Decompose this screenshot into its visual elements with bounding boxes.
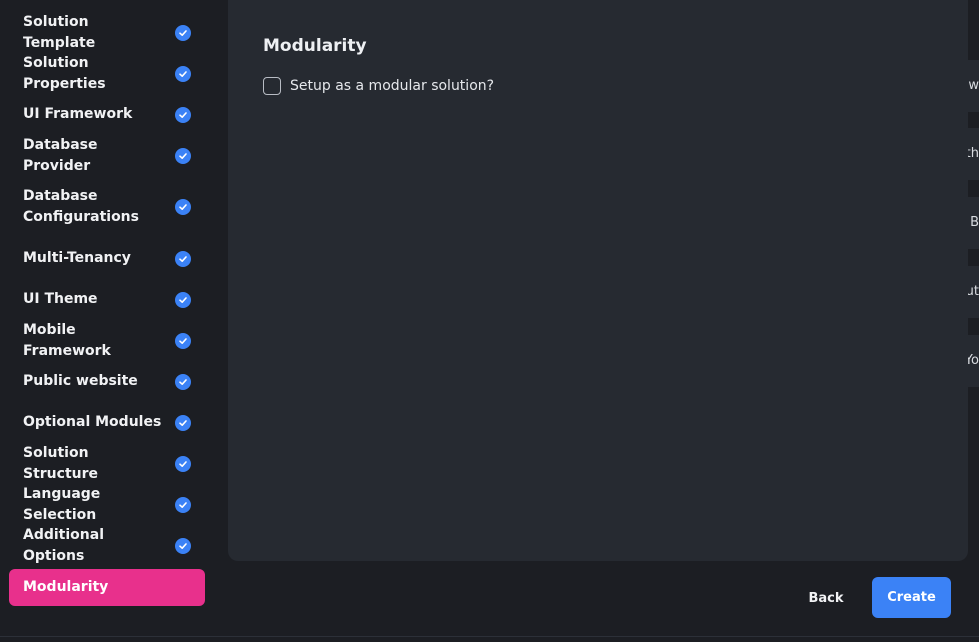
peek-item: B [968, 197, 979, 249]
step-label: Solution Template [23, 13, 96, 51]
step-language-selection[interactable]: Language Selection [9, 486, 205, 523]
wizard-sidebar: Solution Template Solution Properties UI… [0, 0, 222, 642]
modular-solution-checkbox[interactable] [263, 77, 281, 95]
modularity-panel: Modularity Setup as a modular solution? [228, 0, 968, 561]
modular-solution-label: Setup as a modular solution? [290, 78, 495, 94]
check-circle-icon [175, 496, 191, 513]
step-additional-options[interactable]: Additional Options [9, 527, 205, 564]
step-label: Optional Modules [23, 414, 162, 430]
check-circle-icon [175, 24, 191, 41]
step-label: Solution Structure [23, 444, 99, 482]
step-ui-framework[interactable]: UI Framework [9, 104, 205, 125]
check-circle-icon [175, 291, 191, 308]
step-label: Database Configurations [23, 188, 139, 225]
step-label: UI Theme [23, 291, 98, 307]
check-circle-icon [175, 199, 191, 215]
step-label: Additional Options [23, 526, 104, 564]
step-public-website[interactable]: Public website [9, 371, 205, 392]
step-label: Modularity [23, 579, 109, 595]
step-label: Mobile Framework [23, 321, 111, 359]
check-circle-icon [175, 147, 191, 164]
check-circle-icon [175, 414, 191, 431]
step-solution-template[interactable]: Solution Template [9, 14, 205, 51]
peek-item: ut [968, 266, 979, 318]
step-label: Database Provider [23, 136, 98, 174]
panel-title: Modularity [263, 36, 367, 56]
step-mobile-framework[interactable]: Mobile Framework [9, 322, 205, 359]
background-window-peek: w ith B ut Yo [968, 0, 979, 642]
step-modularity[interactable]: Modularity [9, 569, 205, 606]
step-label: UI Framework [23, 106, 133, 122]
step-label: Multi-Tenancy [23, 250, 131, 266]
back-button[interactable]: Back [796, 578, 856, 618]
step-ui-theme[interactable]: UI Theme [9, 289, 205, 310]
step-solution-properties[interactable]: Solution Properties [9, 55, 205, 92]
check-circle-icon [175, 537, 191, 554]
step-database-provider[interactable]: Database Provider [9, 137, 205, 174]
peek-item: Yo [968, 335, 979, 387]
step-database-configurations[interactable]: Database Configurations [9, 186, 205, 228]
check-circle-icon [175, 373, 191, 390]
peek-item: ith [968, 128, 979, 180]
modular-solution-option[interactable]: Setup as a modular solution? [263, 77, 494, 95]
step-optional-modules[interactable]: Optional Modules [9, 412, 205, 433]
check-circle-icon [175, 250, 191, 267]
divider [0, 636, 979, 637]
step-label: Language Selection [23, 485, 101, 523]
step-label: Public website [23, 373, 138, 389]
check-circle-icon [175, 106, 191, 123]
step-multi-tenancy[interactable]: Multi-Tenancy [9, 248, 205, 269]
check-circle-icon [175, 332, 191, 349]
peek-item: w [968, 60, 979, 112]
step-solution-structure[interactable]: Solution Structure [9, 445, 205, 482]
step-label: Solution Properties [23, 54, 106, 92]
create-button[interactable]: Create [872, 577, 951, 618]
check-circle-icon [175, 455, 191, 472]
check-circle-icon [175, 65, 191, 82]
